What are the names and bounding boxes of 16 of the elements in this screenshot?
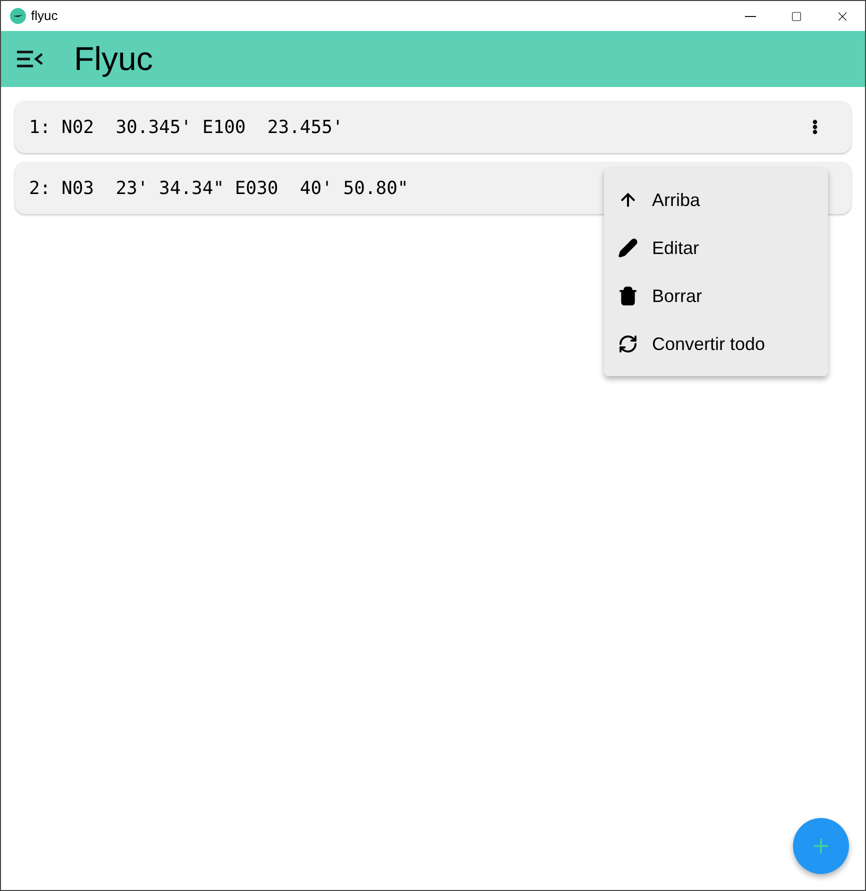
more-icon [812,119,818,135]
menu-item[interactable]: Borrar [604,272,828,320]
maximize-icon [790,10,802,22]
window-title: flyuc [31,7,58,26]
menu-icon [16,49,44,69]
refresh-icon [618,334,638,354]
menu-item[interactable]: Convertir todo [604,320,828,368]
trash-icon [618,286,638,306]
pencil-icon [618,238,638,258]
menu-item[interactable]: Editar [604,224,828,272]
add-button[interactable] [793,818,849,874]
waypoint-coordinates: 1: N02 30.345' E100 23.455' [29,116,344,140]
waypoint-card[interactable]: 1: N02 30.345' E100 23.455' [15,101,851,153]
app-logo-icon [10,8,26,24]
waypoint-coordinates: 2: N03 23' 34.34" E030 40' 50.80" [29,176,408,200]
app-title: Flyuc [74,39,153,80]
